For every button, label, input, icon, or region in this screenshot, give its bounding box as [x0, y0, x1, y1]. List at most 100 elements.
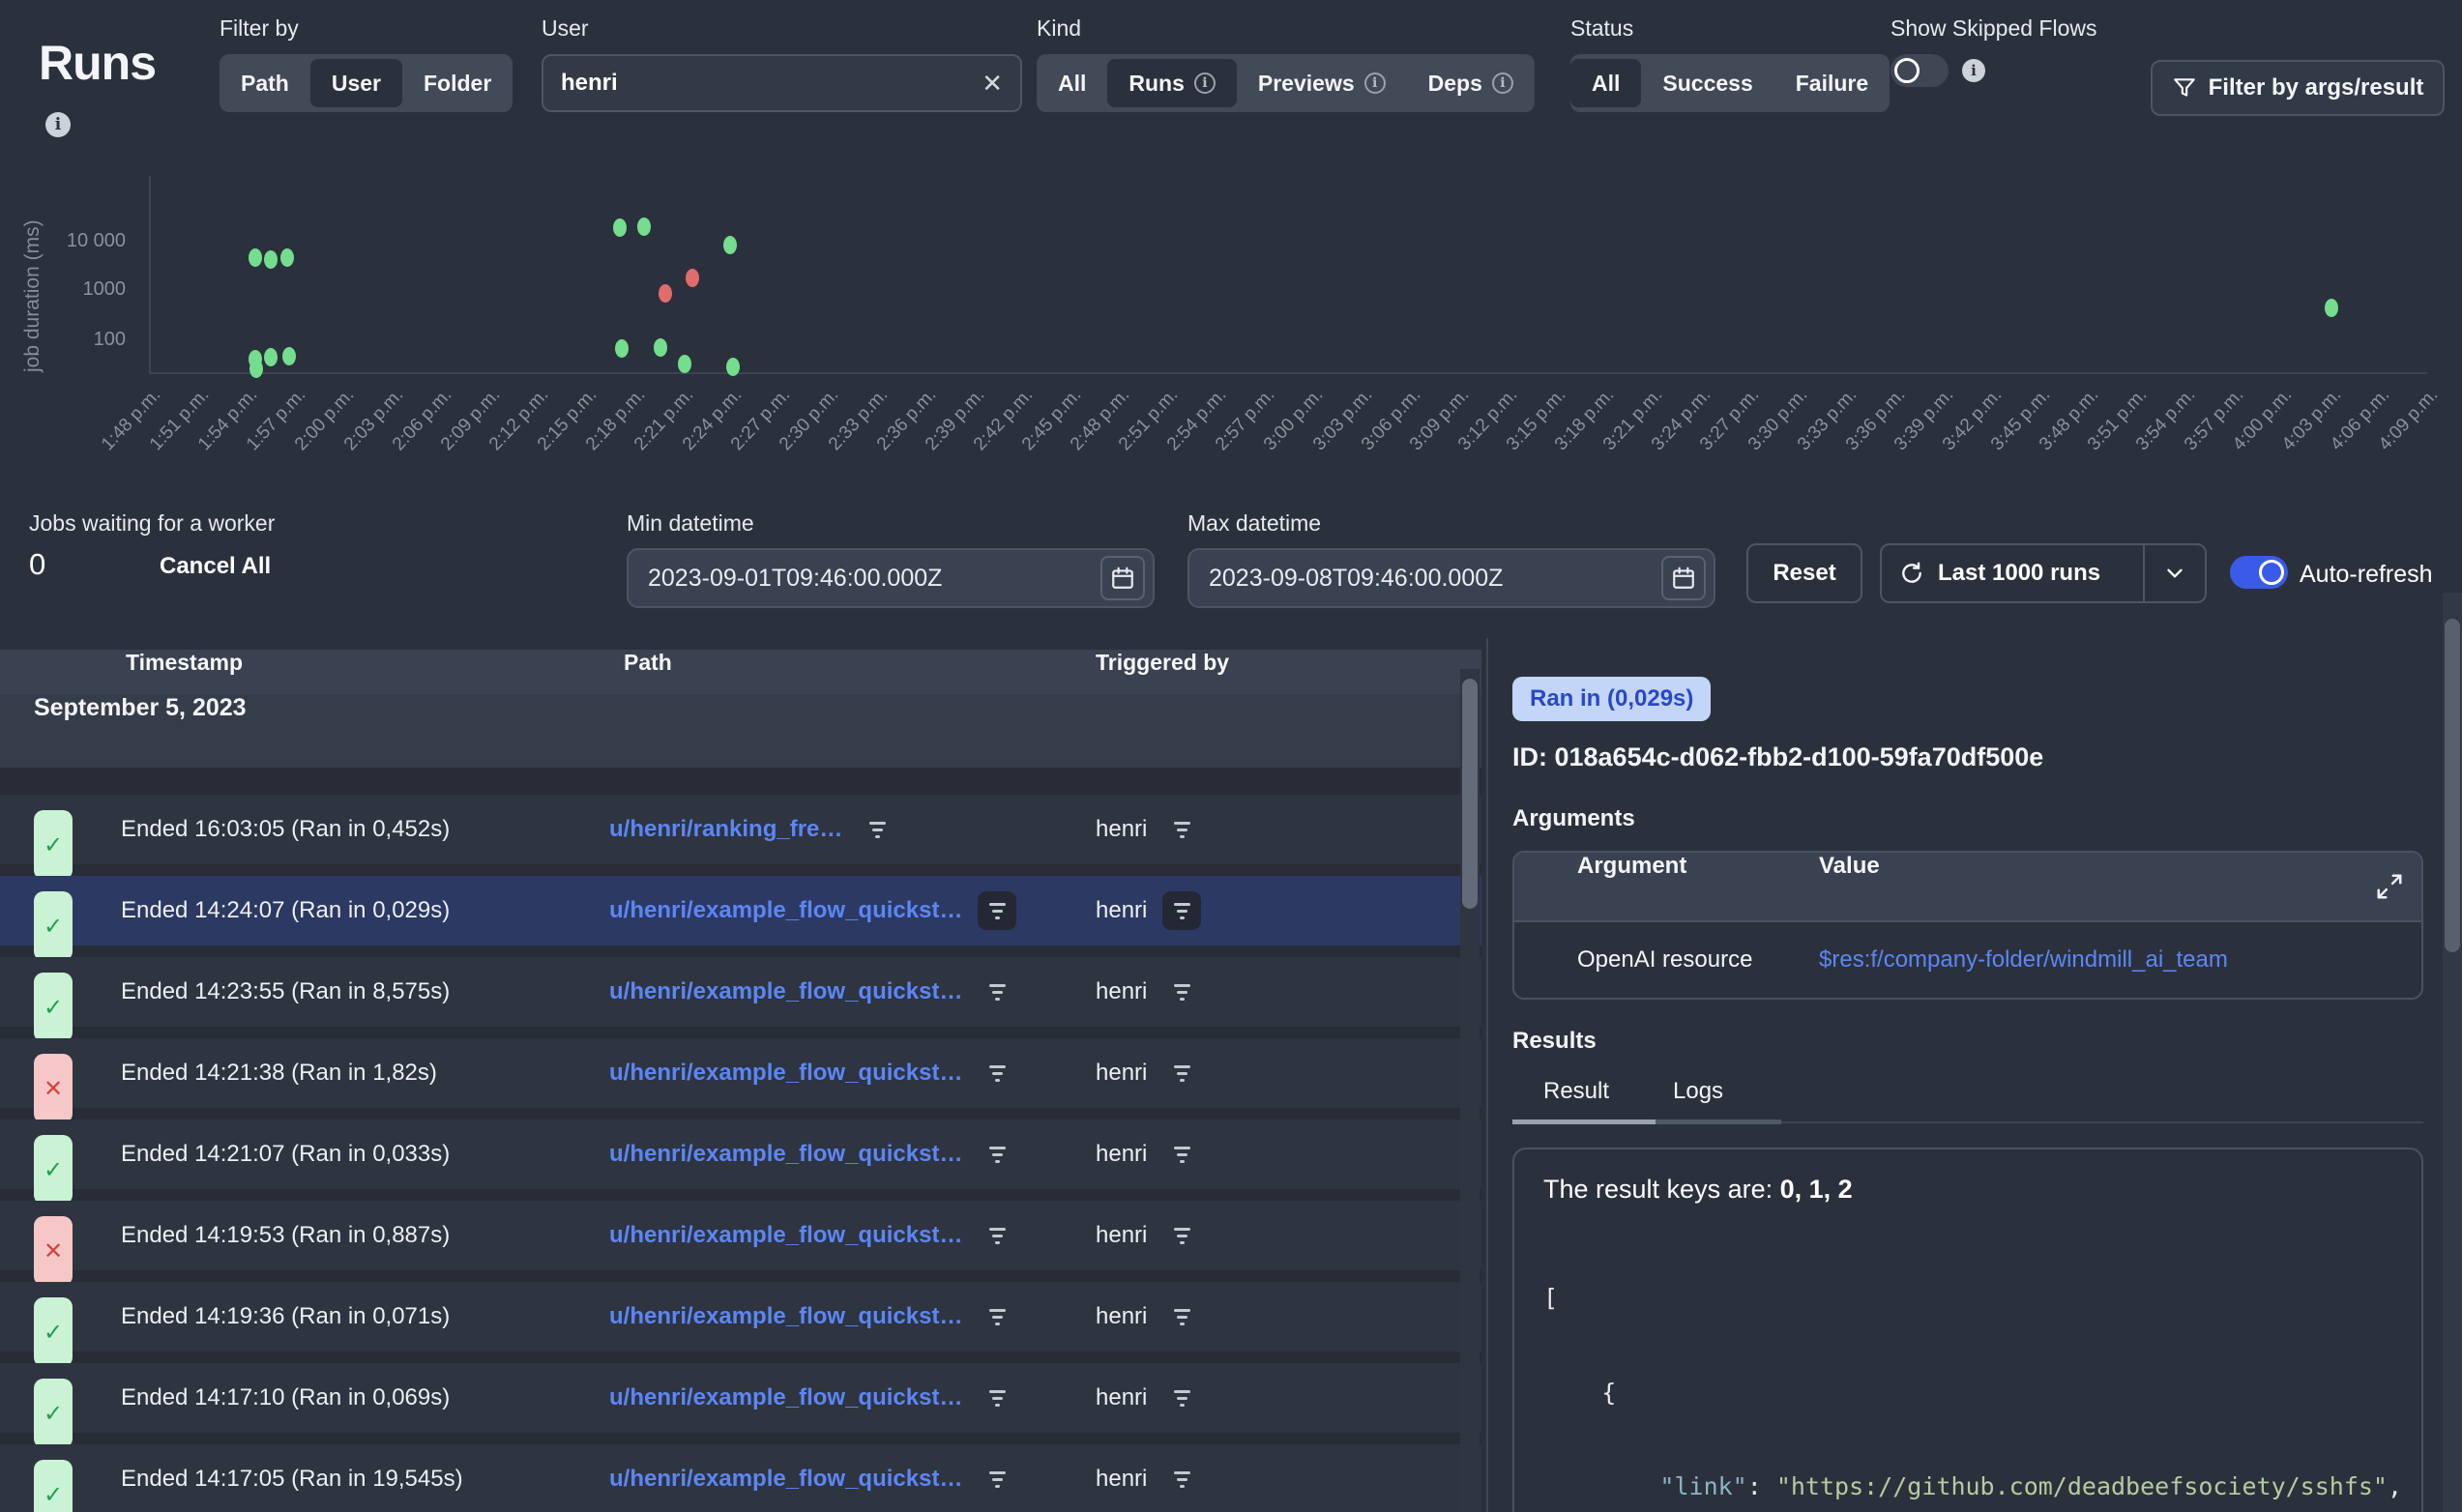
expand-icon[interactable]	[2375, 872, 2404, 901]
min-datetime-input-wrap	[627, 548, 1155, 608]
filter-by-path-icon[interactable]	[978, 1460, 1016, 1498]
cancel-all-button[interactable]: Cancel All	[160, 553, 271, 580]
chart-dot-success[interactable]	[264, 348, 278, 366]
chart-dot-success[interactable]	[249, 360, 263, 378]
min-datetime-input[interactable]	[648, 565, 1100, 593]
table-rows: ✓ Ended 16:03:05 (Ran in 0,452s) u/henri…	[0, 768, 1481, 1512]
run-triggered-by: henri	[1096, 1222, 1147, 1249]
run-path-link[interactable]: u/henri/example_flow_quickst…	[609, 897, 962, 924]
last-runs-button[interactable]: Last 1000 runs	[1882, 545, 2143, 601]
auto-refresh-toggle[interactable]	[2230, 556, 2288, 589]
max-datetime-label: Max datetime	[1187, 510, 1715, 537]
max-datetime-input[interactable]	[1209, 565, 1661, 593]
table-scrollbar-thumb[interactable]	[1462, 679, 1478, 909]
arguments-title: Arguments	[1512, 805, 1635, 832]
filter-by-path-icon[interactable]	[858, 810, 896, 849]
run-path-link[interactable]: u/henri/example_flow_quickst…	[609, 978, 962, 1005]
chevron-down-icon	[2162, 561, 2187, 586]
filter-by-user-icon[interactable]	[1162, 1216, 1201, 1255]
chart-dot-success[interactable]	[282, 347, 296, 365]
chart-dot-failure[interactable]	[686, 269, 699, 287]
filter-by-path-icon[interactable]	[978, 1379, 1016, 1417]
run-path-link[interactable]: u/henri/example_flow_quickst…	[609, 1060, 962, 1087]
filter-by-user-icon[interactable]	[1162, 1054, 1201, 1092]
argument-value-link[interactable]: $res:f/company-folder/windmill_ai_team	[1819, 946, 2228, 973]
run-status-icon: ✓	[34, 1135, 73, 1205]
table-row[interactable]: ✓ Ended 16:03:05 (Ran in 0,452s) u/henri…	[0, 795, 1481, 864]
run-id: ID: 018a654c-d062-fbb2-d100-59fa70df500e	[1512, 742, 2043, 772]
chart-dot-success[interactable]	[615, 339, 629, 358]
run-triggered-by: henri	[1096, 1141, 1147, 1168]
date-group-label: September 5, 2023	[34, 694, 247, 722]
chart-dot-success[interactable]	[2325, 299, 2338, 317]
run-status-icon: ✓	[34, 1379, 73, 1448]
filter-by-user-icon[interactable]	[1162, 973, 1201, 1011]
table-row[interactable]: ✕ Ended 14:19:53 (Ran in 0,887s) u/henri…	[0, 1201, 1481, 1270]
jobs-waiting-label: Jobs waiting for a worker	[29, 510, 275, 537]
run-triggered-by: henri	[1096, 1384, 1147, 1411]
y-tick-10000: 10 000	[48, 230, 126, 252]
chart-dot-success[interactable]	[264, 250, 278, 269]
run-status-icon: ✓	[34, 810, 73, 880]
table-row[interactable]: ✕ Ended 14:21:38 (Ran in 1,82s) u/henri/…	[0, 1038, 1481, 1108]
filter-by-user-icon[interactable]	[1162, 1379, 1201, 1417]
filter-by-path-icon[interactable]	[978, 1054, 1016, 1092]
tab-logs[interactable]: Logs	[1673, 1078, 1723, 1105]
table-header: Timestamp Path Triggered by	[0, 650, 1481, 694]
min-datetime-group: Min datetime	[627, 510, 1155, 608]
result-keys-line: The result keys are: 0, 1, 2	[1543, 1175, 2421, 1205]
filter-by-user-icon[interactable]	[1162, 1135, 1201, 1174]
chart-dot-failure[interactable]	[659, 284, 672, 303]
chart-dot-success[interactable]	[723, 236, 737, 254]
min-datetime-calendar-icon[interactable]	[1100, 556, 1145, 600]
argument-column: Argument	[1577, 853, 1686, 880]
result-json: [ { "link": "https://github.com/deadbeef…	[1543, 1220, 2421, 1512]
run-status-icon: ✕	[34, 1054, 73, 1123]
page-scrollbar-thumb[interactable]	[2445, 619, 2460, 952]
max-datetime-calendar-icon[interactable]	[1661, 556, 1706, 600]
chart-dot-success[interactable]	[249, 248, 262, 267]
table-row[interactable]: ✓ Ended 14:24:07 (Ran in 0,029s) u/henri…	[0, 876, 1481, 945]
run-path-link[interactable]: u/henri/example_flow_quickst…	[609, 1303, 962, 1330]
reset-button[interactable]: Reset	[1746, 543, 1862, 603]
run-status-icon: ✓	[34, 891, 73, 961]
run-triggered-by: henri	[1096, 978, 1147, 1005]
table-row[interactable]: ✓ Ended 14:21:07 (Ran in 0,033s) u/henri…	[0, 1119, 1481, 1189]
run-timestamp: Ended 14:21:38 (Ran in 1,82s)	[121, 1038, 437, 1108]
run-path-link[interactable]: u/henri/example_flow_quickst…	[609, 1384, 962, 1411]
chart-dot-success[interactable]	[654, 338, 667, 357]
filter-by-path-icon[interactable]	[978, 973, 1016, 1011]
table-row[interactable]: ✓ Ended 14:17:05 (Ran in 19,545s) u/henr…	[0, 1444, 1481, 1512]
chart-dot-success[interactable]	[678, 355, 691, 373]
run-path-link[interactable]: u/henri/ranking_fre…	[609, 816, 842, 843]
tab-logs-indicator	[1656, 1119, 1781, 1124]
chart-dot-success[interactable]	[637, 218, 651, 236]
last-runs-dropdown-button[interactable]	[2145, 545, 2205, 601]
filter-by-path-icon[interactable]	[978, 1297, 1016, 1336]
filter-by-user-icon[interactable]	[1162, 1460, 1201, 1498]
chart-dot-success[interactable]	[726, 358, 740, 376]
run-status-icon: ✓	[34, 1460, 73, 1512]
table-row[interactable]: ✓ Ended 14:23:55 (Ran in 8,575s) u/henri…	[0, 957, 1481, 1027]
run-triggered-by: henri	[1096, 1060, 1147, 1087]
filter-by-path-icon[interactable]	[978, 891, 1016, 930]
arguments-table: Argument Value OpenAI resource $res:f/co…	[1512, 851, 2423, 1000]
run-path-link[interactable]: u/henri/example_flow_quickst…	[609, 1222, 962, 1249]
tab-result[interactable]: Result	[1543, 1078, 1609, 1105]
results-title: Results	[1512, 1028, 1597, 1055]
chart-dot-success[interactable]	[280, 248, 294, 267]
filter-by-user-icon[interactable]	[1162, 1297, 1201, 1336]
table-row[interactable]: ✓ Ended 14:19:36 (Ran in 0,071s) u/henri…	[0, 1282, 1481, 1352]
run-timestamp: Ended 14:24:07 (Ran in 0,029s)	[121, 876, 450, 945]
chart-dot-success[interactable]	[613, 218, 627, 237]
filter-by-user-icon[interactable]	[1162, 810, 1201, 849]
filter-by-path-icon[interactable]	[978, 1135, 1016, 1174]
run-timestamp: Ended 14:23:55 (Ran in 8,575s)	[121, 957, 450, 1027]
auto-refresh-label: Auto-refresh	[2300, 561, 2433, 589]
table-row[interactable]: ✓ Ended 14:17:10 (Ran in 0,069s) u/henri…	[0, 1363, 1481, 1433]
column-path: Path	[624, 650, 672, 676]
run-path-link[interactable]: u/henri/example_flow_quickst…	[609, 1466, 962, 1493]
filter-by-path-icon[interactable]	[978, 1216, 1016, 1255]
filter-by-user-icon[interactable]	[1162, 891, 1201, 930]
run-path-link[interactable]: u/henri/example_flow_quickst…	[609, 1141, 962, 1168]
